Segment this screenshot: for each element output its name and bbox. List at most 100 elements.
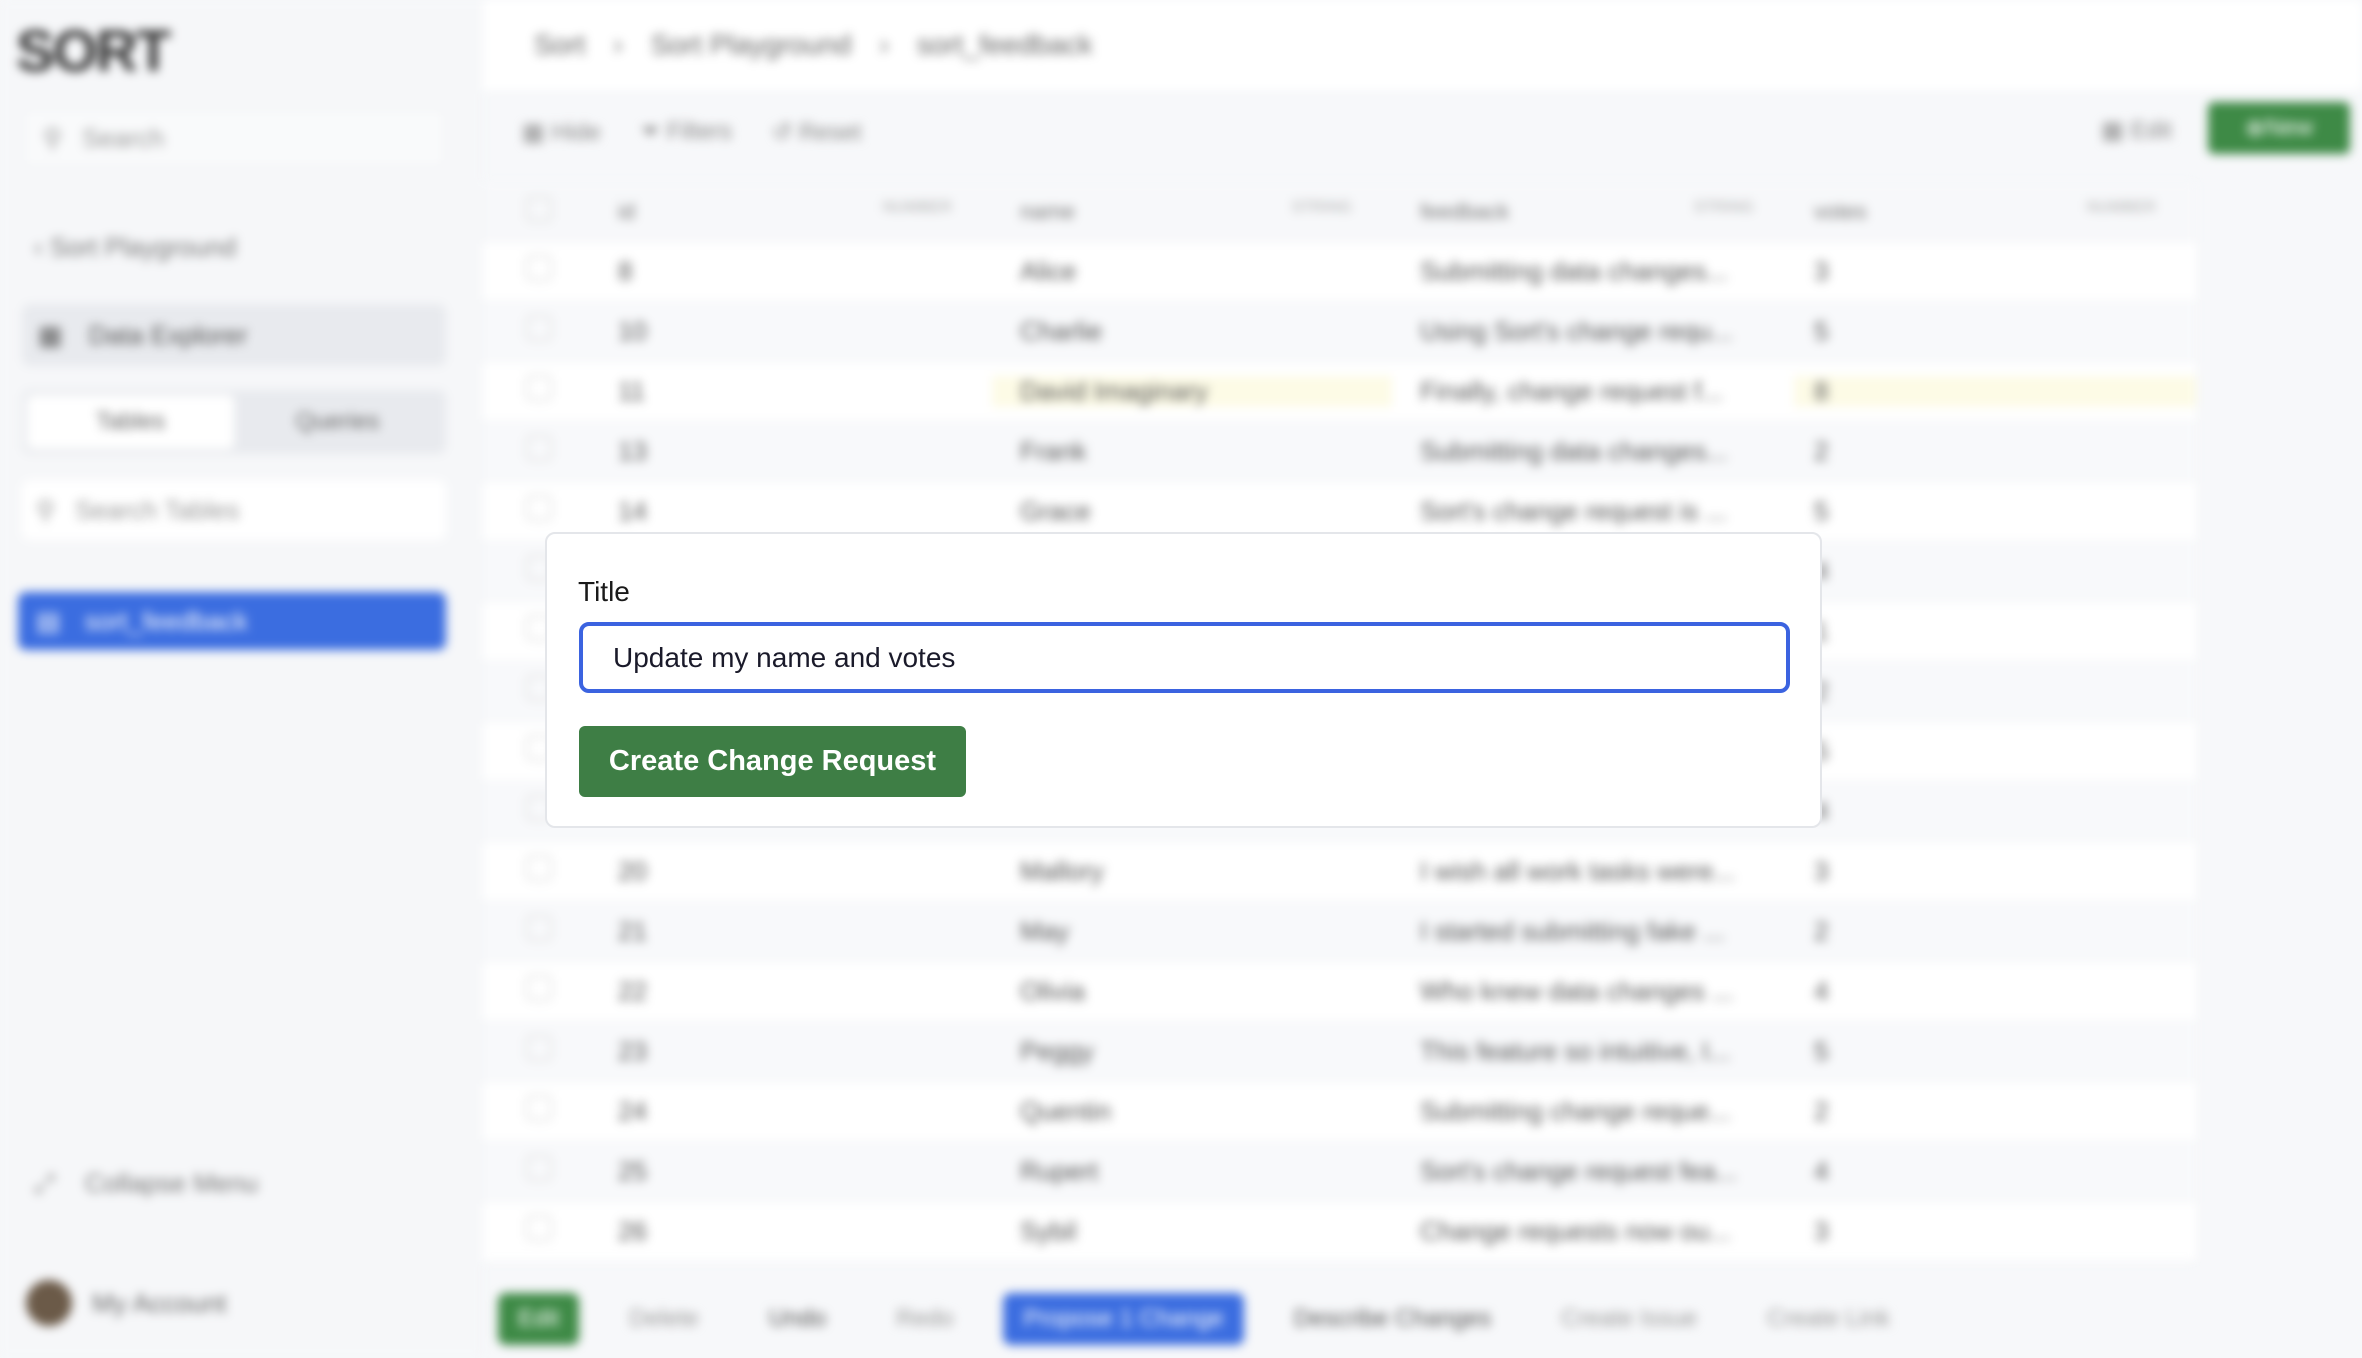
table-row[interactable]: 22 Olivia Who knew data changes ... 4 bbox=[482, 962, 2196, 1022]
table-cell[interactable]: 2 bbox=[1794, 1096, 2196, 1127]
table-cell[interactable]: 5 bbox=[1794, 1036, 2196, 1067]
table-cell[interactable]: Peggy bbox=[992, 1036, 1392, 1067]
row-checkbox[interactable] bbox=[526, 495, 552, 521]
sidebar-search[interactable]: ⚲ Search bbox=[22, 108, 446, 168]
table-cell[interactable]: This feature so intuitive, I... bbox=[1392, 1036, 1794, 1067]
table-cell[interactable]: 4 bbox=[1794, 556, 2196, 587]
redo-button[interactable]: Redo bbox=[876, 1293, 973, 1345]
row-checkbox[interactable] bbox=[526, 255, 552, 281]
table-row[interactable]: 13 Frank Submitting data changes... 2 bbox=[482, 422, 2196, 482]
table-cell[interactable]: 26 bbox=[590, 1216, 992, 1247]
table-cell[interactable]: 25 bbox=[590, 1156, 992, 1187]
table-cell[interactable]: 10 bbox=[590, 316, 992, 347]
undo-button[interactable]: Undo bbox=[749, 1293, 846, 1345]
table-cell[interactable]: 4 bbox=[1794, 1156, 2196, 1187]
sidebar-item-sort-feedback[interactable]: ▤ sort_feedback bbox=[18, 592, 446, 650]
row-checkbox[interactable] bbox=[526, 975, 552, 1001]
table-cell[interactable]: 20 bbox=[590, 856, 992, 887]
row-checkbox[interactable] bbox=[526, 1035, 552, 1061]
collapse-menu-button[interactable]: ⤢ Collapse Menu bbox=[34, 1168, 258, 1200]
row-checkbox[interactable] bbox=[526, 1215, 552, 1241]
tab-tables[interactable]: Tables bbox=[27, 395, 234, 449]
table-cell[interactable]: 4 bbox=[1794, 976, 2196, 1007]
breadcrumb-item[interactable]: Sort bbox=[534, 29, 585, 61]
table-row[interactable]: 25 Rupert Sort's change request fea... 4 bbox=[482, 1142, 2196, 1202]
table-cell[interactable]: Submitting data changes... bbox=[1392, 256, 1794, 287]
row-checkbox[interactable] bbox=[526, 435, 552, 461]
row-checkbox[interactable] bbox=[526, 855, 552, 881]
propose-1-change-button[interactable]: Propose 1 Change bbox=[1003, 1293, 1244, 1345]
table-cell[interactable]: Sort's change request is ... bbox=[1392, 496, 1794, 527]
table-cell[interactable]: Using Sort's change requ... bbox=[1392, 316, 1794, 347]
table-row[interactable]: 26 Sybil Change requests now ou... 3 bbox=[482, 1202, 2196, 1262]
table-row[interactable]: 24 Quentin Submitting change reque... 2 bbox=[482, 1082, 2196, 1142]
table-cell[interactable]: Who knew data changes ... bbox=[1392, 976, 1794, 1007]
table-cell[interactable]: May bbox=[992, 916, 1392, 947]
edit-button[interactable]: Edit bbox=[498, 1293, 580, 1345]
edit-columns-button[interactable]: ▦ Edit bbox=[2101, 116, 2172, 145]
table-cell[interactable]: 2 bbox=[1794, 916, 2196, 947]
table-cell[interactable]: I started submitting fake ... bbox=[1392, 916, 1794, 947]
table-cell[interactable]: 1 bbox=[1794, 616, 2196, 647]
table-cell[interactable]: 8 bbox=[590, 256, 992, 287]
table-cell[interactable]: Rupert bbox=[992, 1156, 1392, 1187]
hide-button[interactable]: ▦ Hide bbox=[522, 118, 601, 147]
table-cell[interactable]: Charlie bbox=[992, 316, 1392, 347]
table-cell[interactable]: 3 bbox=[1794, 856, 2196, 887]
create-link-button[interactable]: Create Link bbox=[1747, 1293, 1910, 1345]
table-cell[interactable]: 5 bbox=[1794, 316, 2196, 347]
table-cell[interactable]: 2 bbox=[1794, 436, 2196, 467]
select-all-checkbox[interactable] bbox=[526, 195, 552, 222]
table-cell[interactable]: Submitting data changes... bbox=[1392, 436, 1794, 467]
table-cell[interactable]: I wish all work tasks were... bbox=[1392, 856, 1794, 887]
table-cell[interactable]: 23 bbox=[590, 1036, 992, 1067]
table-row[interactable]: 23 Peggy This feature so intuitive, I... 5 bbox=[482, 1022, 2196, 1082]
reset-button[interactable]: ↺ Reset bbox=[772, 118, 861, 147]
create-change-request-button[interactable]: Create Change Request bbox=[579, 726, 966, 797]
new-row-button[interactable]: ⊕ New bbox=[2208, 102, 2350, 154]
table-cell[interactable]: Submitting change reque... bbox=[1392, 1096, 1794, 1127]
table-cell[interactable]: 2 bbox=[1794, 676, 2196, 707]
table-cell[interactable]: Change requests now ou... bbox=[1392, 1216, 1794, 1247]
row-checkbox[interactable] bbox=[526, 1095, 552, 1121]
table-cell[interactable]: 8 bbox=[1794, 376, 2196, 407]
table-cell[interactable]: Sort's change request fea... bbox=[1392, 1156, 1794, 1187]
table-cell[interactable]: 13 bbox=[590, 436, 992, 467]
table-cell[interactable]: Frank bbox=[992, 436, 1392, 467]
table-cell[interactable]: Mallory bbox=[992, 856, 1392, 887]
table-cell[interactable]: Quentin bbox=[992, 1096, 1392, 1127]
table-cell[interactable]: 3 bbox=[1794, 256, 2196, 287]
table-cell[interactable]: David Imaginary bbox=[992, 376, 1392, 407]
describe-changes-button[interactable]: Describe Changes bbox=[1274, 1293, 1511, 1345]
breadcrumb-item[interactable]: Sort Playground bbox=[651, 29, 852, 61]
table-cell[interactable]: 22 bbox=[590, 976, 992, 1007]
table-cell[interactable]: Sybil bbox=[992, 1216, 1392, 1247]
table-cell[interactable]: 21 bbox=[590, 916, 992, 947]
column-header[interactable]: name STRING bbox=[992, 199, 1392, 225]
back-link[interactable]: ‹ Sort Playground bbox=[34, 232, 236, 263]
table-search[interactable]: ⚲ Search Tables bbox=[22, 480, 446, 540]
table-cell[interactable]: Alice bbox=[992, 256, 1392, 287]
table-cell[interactable]: Finally, change request f... bbox=[1392, 376, 1794, 407]
table-cell[interactable]: Grace bbox=[992, 496, 1392, 527]
table-cell[interactable]: 14 bbox=[590, 496, 992, 527]
row-checkbox[interactable] bbox=[526, 1155, 552, 1181]
delete-button[interactable]: Delete bbox=[609, 1293, 718, 1345]
table-cell[interactable]: 5 bbox=[1794, 736, 2196, 767]
table-cell[interactable]: Olivia bbox=[992, 976, 1392, 1007]
row-checkbox[interactable] bbox=[526, 915, 552, 941]
table-row[interactable]: 10 Charlie Using Sort's change requ... 5 bbox=[482, 302, 2196, 362]
column-header[interactable]: id NUMBER bbox=[590, 199, 992, 225]
table-cell[interactable]: 4 bbox=[1794, 796, 2196, 827]
table-cell[interactable]: 24 bbox=[590, 1096, 992, 1127]
table-row[interactable]: 8 Alice Submitting data changes... 3 bbox=[482, 242, 2196, 302]
table-cell[interactable]: 5 bbox=[1794, 496, 2196, 527]
row-checkbox[interactable] bbox=[526, 315, 552, 341]
table-row[interactable]: 11 David Imaginary Finally, change request… bbox=[482, 362, 2196, 422]
row-checkbox[interactable] bbox=[526, 375, 552, 401]
filters-button[interactable]: ⏷ Filters bbox=[641, 118, 732, 146]
table-cell[interactable]: 3 bbox=[1794, 1216, 2196, 1247]
table-row[interactable]: 20 Mallory I wish all work tasks were... 3 bbox=[482, 842, 2196, 902]
table-cell[interactable]: 11 bbox=[590, 376, 992, 407]
sidebar-item-data-explorer[interactable]: ▦ Data Explorer bbox=[22, 304, 446, 366]
